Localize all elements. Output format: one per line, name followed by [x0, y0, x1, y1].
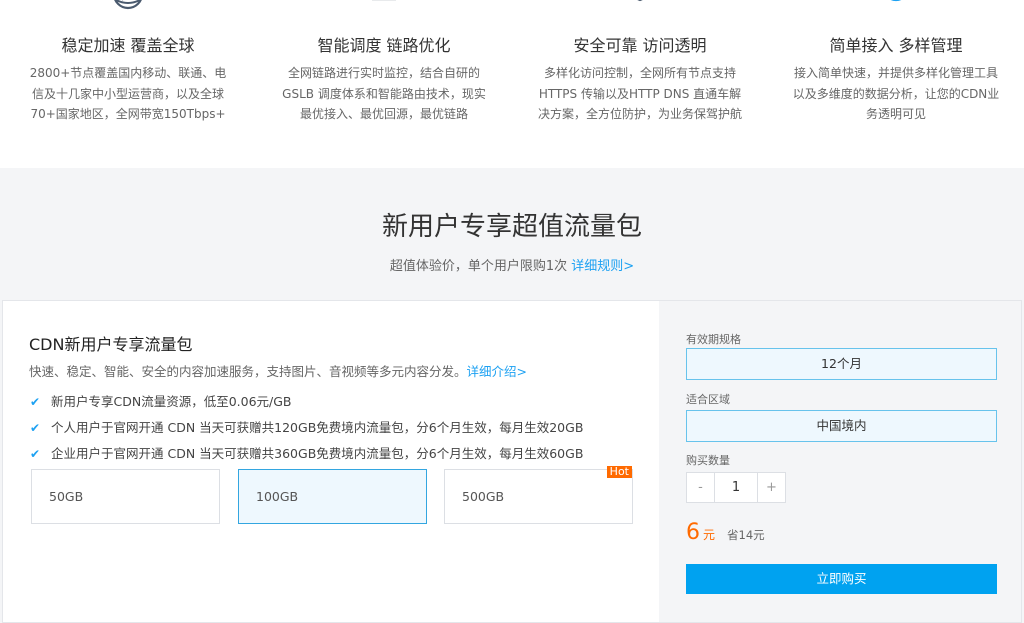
benefit-text: 新用户专享CDN流量资源，低至0.06元/GB: [51, 394, 292, 409]
option-label: 500GB: [462, 489, 505, 504]
check-icon: ✔: [30, 395, 41, 409]
feature-desc: 接入简单快速，并提供多样化管理工具以及多维度的数据分析，让您的CDN业务透明可见: [792, 66, 1000, 121]
promo-title: 新用户专享超值流量包: [381, 212, 642, 242]
feature-title: 智能调度 链路优化: [317, 36, 451, 55]
hot-badge: Hot: [606, 466, 632, 478]
package-card: CDN新用户专享流量包 快速、稳定、智能、安全的内容加速服务，支持图片、音视频等…: [2, 300, 1022, 623]
order-panel: 有效期规格 12个月 适合区域 中国境内 购买数量 - 1 + 6 元省14元 立…: [659, 301, 1021, 622]
package-desc-text: 快速、稳定、智能、安全的内容加速服务，支持图片、音视频等多元内容分发。: [29, 364, 467, 379]
feature-title: 安全可靠 访问透明: [573, 36, 707, 55]
feature-desc: 2800+节点覆盖国内移动、联通、电信及十几家中小型运营商，以及全球70+国家地…: [29, 66, 227, 121]
price-unit: 元: [703, 528, 716, 542]
increment-button[interactable]: +: [757, 472, 786, 503]
period-select[interactable]: 12个月: [686, 348, 997, 380]
feature-title: 简单接入 多样管理: [829, 36, 963, 55]
option-label: 50GB: [49, 489, 84, 504]
list-item: ✔ 新用户专享CDN流量资源，低至0.06元/GB: [30, 389, 583, 415]
region-label: 适合区域: [686, 393, 730, 406]
promo-subtitle-text: 超值体验价，单个用户限购1次: [389, 259, 568, 274]
save-text: 省14元: [727, 528, 765, 542]
globe-icon: [114, 0, 142, 10]
promo-section: 新用户专享超值流量包 超值体验价，单个用户限购1次 详细规则> CDN新用户专享…: [0, 168, 1024, 623]
option-label: 100GB: [256, 489, 299, 504]
shield-icon: [637, 0, 643, 2]
benefit-text: 个人用户于官网开通 CDN 当天可获赠共120GB免费境内流量包，分6个月生效，…: [51, 420, 584, 435]
network-icon: [890, 0, 902, 2]
check-icon: ✔: [30, 447, 41, 461]
promo-subtitle: 超值体验价，单个用户限购1次 详细规则>: [0, 255, 1024, 274]
region-select[interactable]: 中国境内: [686, 410, 997, 442]
option-50gb[interactable]: 50GB: [31, 469, 220, 524]
feature-desc: 全网链路进行实时监控，结合自研的GSLB 调度体系和智能路由技术，现实最优接入、…: [282, 66, 486, 121]
buy-now-button[interactable]: 立即购买: [686, 564, 997, 594]
feature-desc: 多样化访问控制，全网所有节点支持HTTPS 传输以及HTTP DNS 直通车解决…: [537, 66, 742, 121]
decrement-button[interactable]: -: [686, 472, 715, 503]
package-desc: 快速、稳定、智能、安全的内容加速服务，支持图片、音视频等多元内容分发。详细介绍>: [29, 361, 527, 380]
package-title: CDN新用户专享流量包: [29, 335, 193, 354]
rules-link[interactable]: 详细规则>: [571, 259, 634, 274]
quantity-label: 购买数量: [686, 454, 730, 467]
benefit-text: 企业用户于官网开通 CDN 当天可获赠共360GB免费境内流量包，分6个月生效，…: [51, 446, 584, 461]
list-item: ✔ 企业用户于官网开通 CDN 当天可获赠共360GB免费境内流量包，分6个月生效…: [30, 441, 583, 467]
features-section: 稳定加速 覆盖全球 2800+节点覆盖国内移动、联通、电信及十几家中小型运营商，…: [0, 0, 1024, 168]
feature-title: 稳定加速 覆盖全球: [61, 36, 195, 55]
list-item: ✔ 个人用户于官网开通 CDN 当天可获赠共120GB免费境内流量包，分6个月生效…: [30, 415, 583, 441]
check-icon: ✔: [30, 421, 41, 435]
period-label: 有效期规格: [686, 333, 741, 346]
price-row: 6 元省14元: [686, 520, 765, 545]
detail-link[interactable]: 详细介绍>: [467, 364, 527, 379]
quantity-input[interactable]: 1: [714, 472, 758, 503]
option-500gb[interactable]: 500GB Hot: [444, 466, 633, 524]
monitor-icon: [372, 0, 396, 1]
package-info: CDN新用户专享流量包 快速、稳定、智能、安全的内容加速服务，支持图片、音视频等…: [3, 301, 659, 622]
option-100gb[interactable]: 100GB: [238, 469, 427, 524]
price-value: 6: [686, 520, 700, 545]
benefit-list: ✔ 新用户专享CDN流量资源，低至0.06元/GB ✔ 个人用户于官网开通 CDN …: [30, 389, 583, 467]
